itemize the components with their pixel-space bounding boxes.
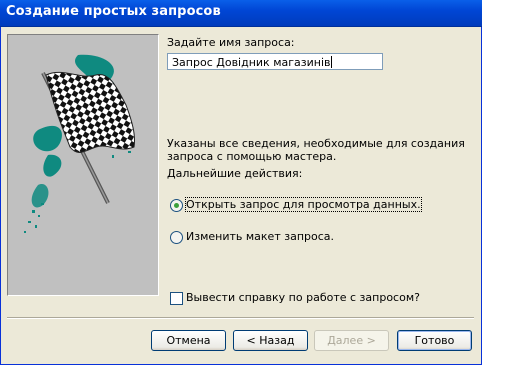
divider: [7, 317, 474, 319]
help-checkbox[interactable]: [170, 292, 183, 305]
radio-dot-icon: [174, 203, 179, 208]
wizard-image-panel: [7, 34, 159, 296]
radio-button-selected[interactable]: [170, 199, 183, 212]
help-checkbox-label[interactable]: Вывести справку по работе с запросом?: [186, 291, 420, 305]
text-caret: [331, 56, 333, 68]
back-button[interactable]: < Назад: [233, 330, 308, 351]
query-name-value: Запрос Довідник магазинів: [172, 56, 331, 69]
window-title: Создание простых запросов: [6, 4, 221, 19]
cancel-button[interactable]: Отмена: [151, 330, 226, 351]
finish-button[interactable]: Готово: [397, 330, 472, 351]
radio-open-query-label: Открыть запрос для просмотра данных.: [185, 197, 422, 212]
info-text-line2: запроса с помощью мастера.: [167, 150, 337, 163]
next-button[interactable]: Далее >: [314, 330, 389, 351]
title-bar[interactable]: Создание простых запросов: [0, 0, 482, 27]
checkered-flag-icon: [24, 54, 135, 233]
query-name-input[interactable]: Запрос Довідник магазинів: [167, 53, 383, 70]
radio-modify-design-label: Изменить макет запроса.: [186, 230, 335, 243]
radio-button-unselected[interactable]: [170, 231, 183, 244]
query-name-label: Задайте имя запроса:: [167, 36, 295, 49]
wizard-dialog: Создание простых запросов Задайте имя за…: [0, 0, 482, 365]
info-text-line1: Указаны все сведения, необходимые для со…: [167, 137, 465, 150]
next-actions-label: Дальнейшие действия:: [167, 167, 303, 180]
